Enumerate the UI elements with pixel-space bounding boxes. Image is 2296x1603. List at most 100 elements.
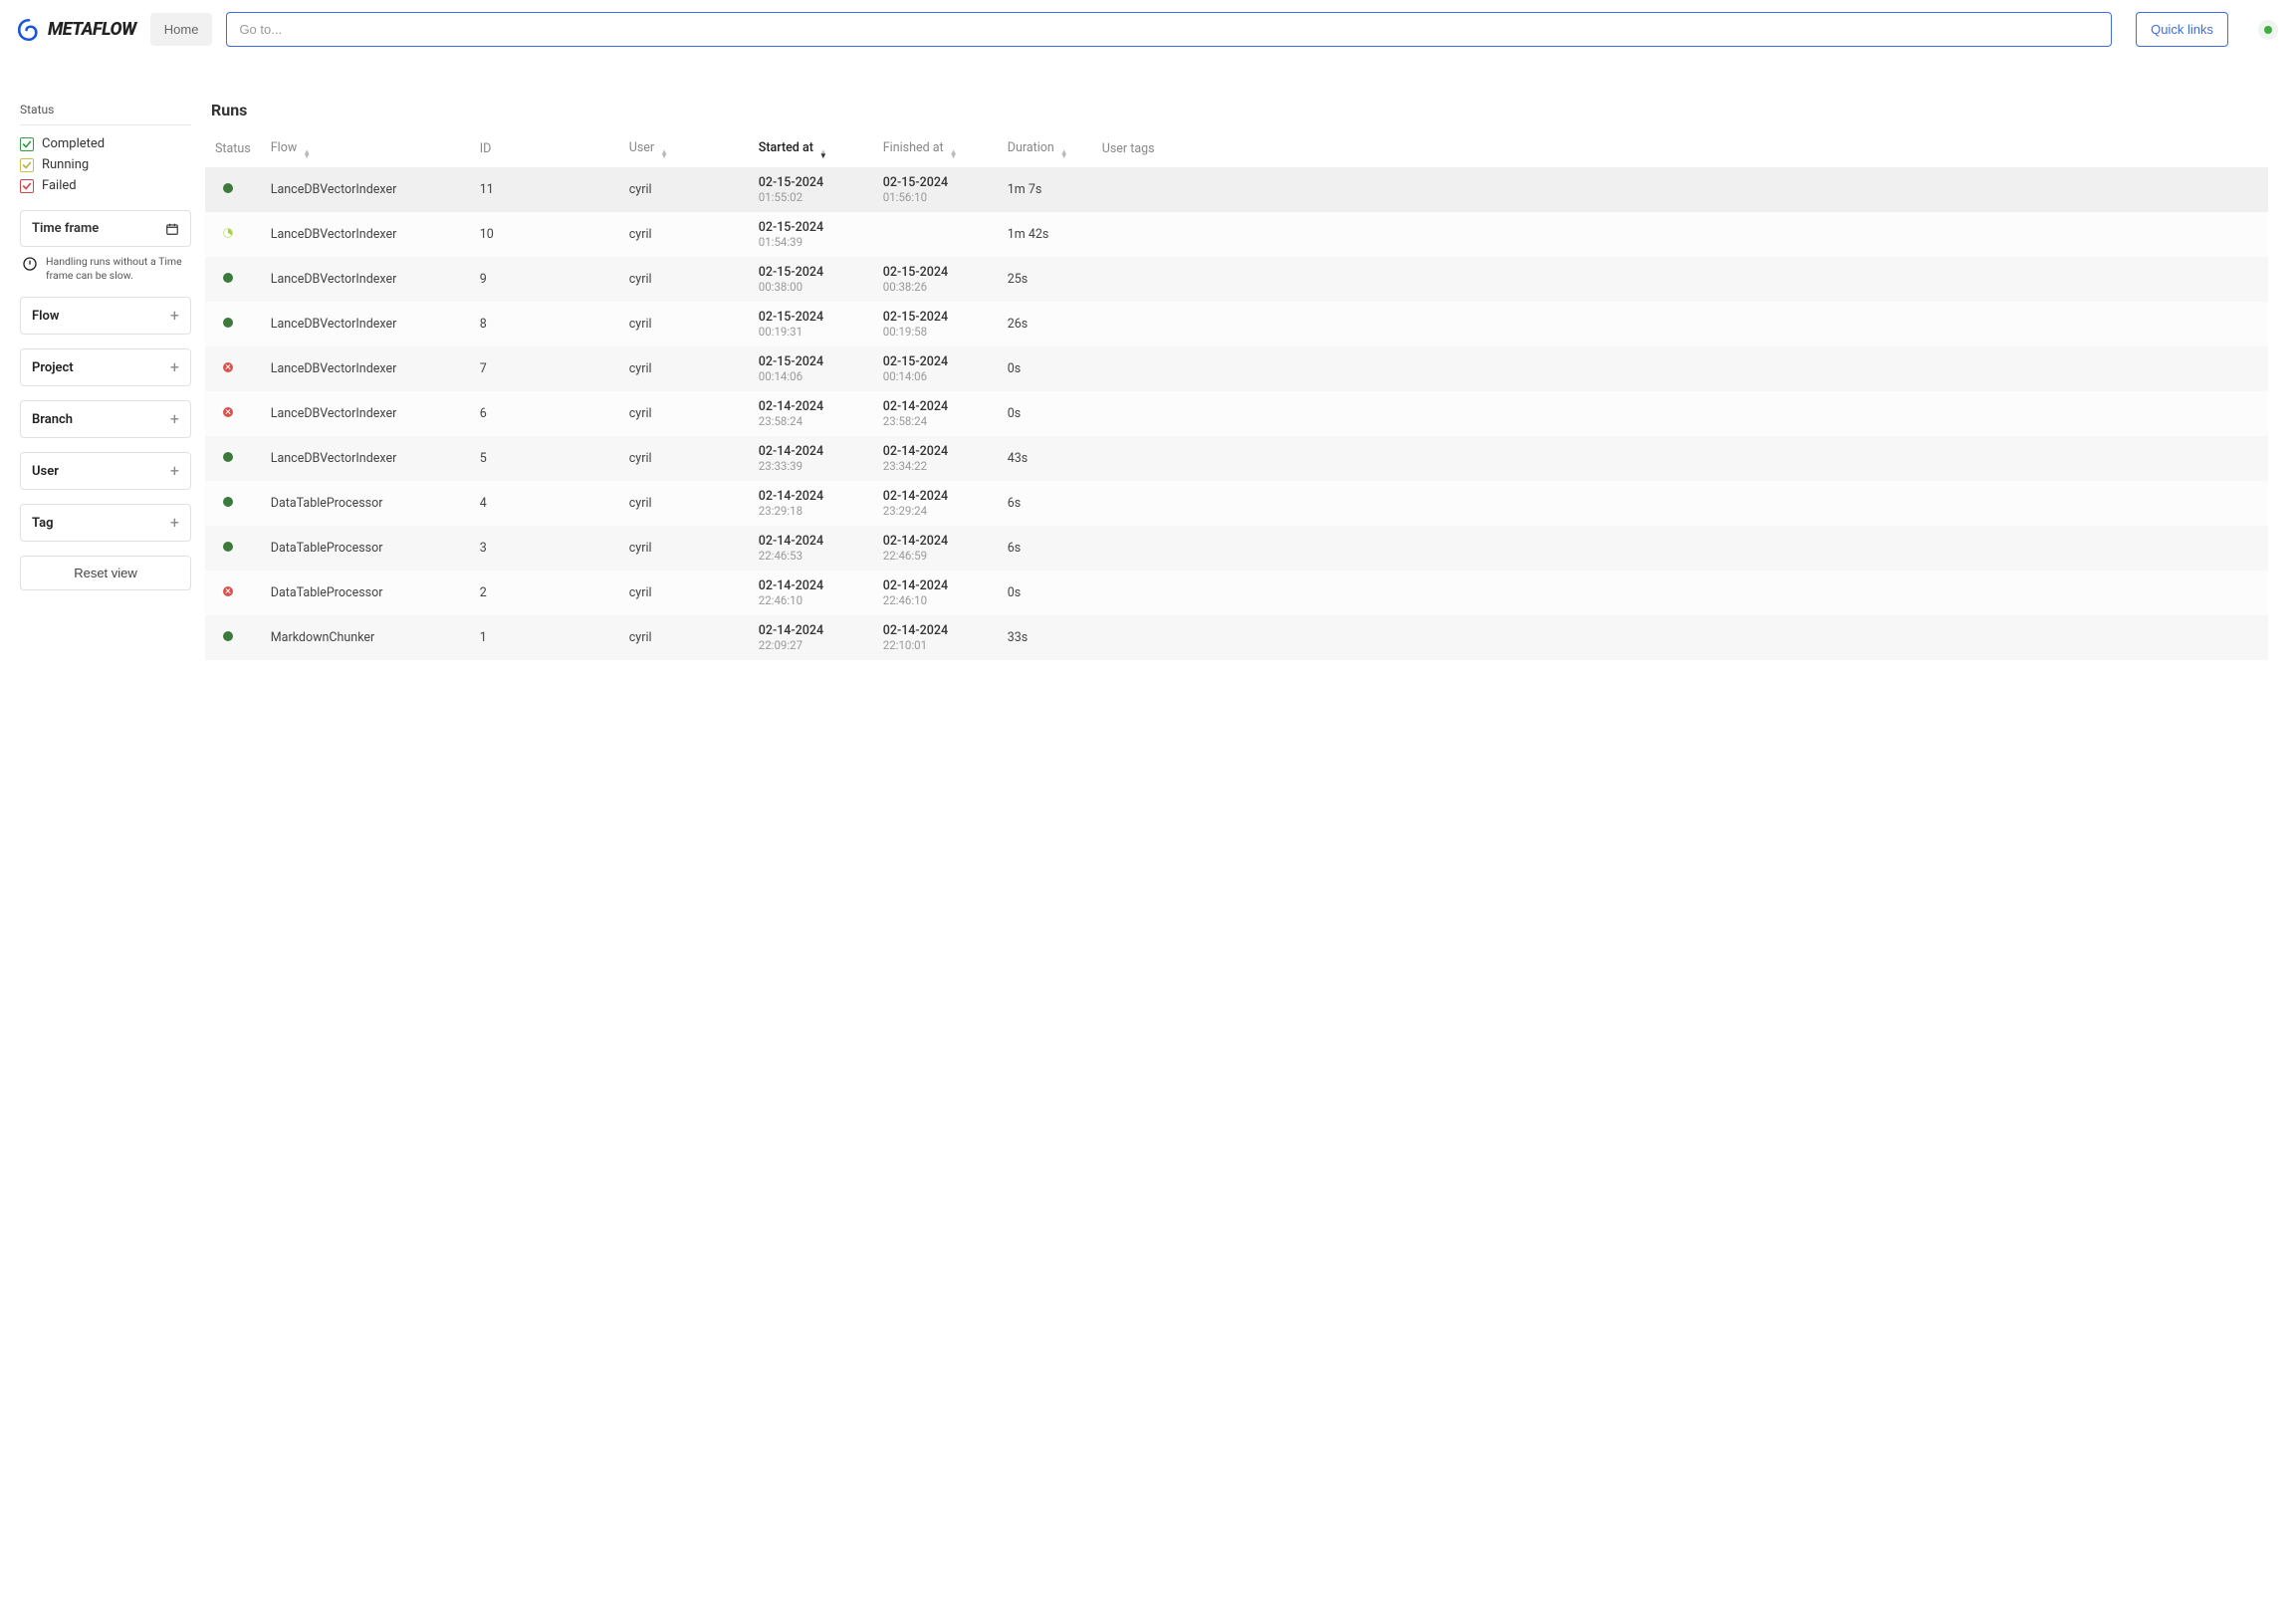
status-running-icon <box>223 228 233 238</box>
cell-started: 02-14-202422:09:27 <box>749 615 873 660</box>
cell-finished: 02-14-202423:34:22 <box>873 436 998 481</box>
search-input[interactable] <box>226 12 2112 47</box>
cell-user-tags <box>1092 257 2268 302</box>
sort-icon: ▲▼ <box>303 150 311 157</box>
table-row[interactable]: DataTableProcessor4cyril02-14-202423:29:… <box>205 481 2268 526</box>
column-header-flow[interactable]: Flow▲▼ <box>261 133 470 167</box>
cell-duration: 0s <box>998 346 1092 391</box>
cell-flow: DataTableProcessor <box>261 481 470 526</box>
cell-user: cyril <box>619 436 749 481</box>
table-row[interactable]: LanceDBVectorIndexer8cyril02-15-202400:1… <box>205 302 2268 346</box>
cell-started: 02-14-202423:33:39 <box>749 436 873 481</box>
cell-id: 2 <box>470 571 619 615</box>
brand-logo: METAFLOW <box>16 17 136 43</box>
cell-status <box>205 212 261 257</box>
timeframe-warning-text: Handling runs without a Time frame can b… <box>46 255 189 283</box>
status-done-icon <box>223 183 233 193</box>
table-row[interactable]: DataTableProcessor2cyril 02-14-202422:46:… <box>205 571 2268 615</box>
status-failed-icon <box>223 407 233 417</box>
column-header-user-tags[interactable]: User tags <box>1092 133 2268 167</box>
cell-status <box>205 481 261 526</box>
timeframe-filter[interactable]: Time frame <box>20 210 191 247</box>
status-filter-failed[interactable]: Failed <box>20 175 191 196</box>
cell-finished: 02-14-202422:46:10 <box>873 571 998 615</box>
plus-icon: + <box>170 463 179 479</box>
filter-label: Branch <box>32 412 73 427</box>
cell-user-tags <box>1092 526 2268 571</box>
cell-started: 02-14-202423:58:24 <box>749 391 873 436</box>
cell-status <box>205 167 261 212</box>
table-row[interactable]: LanceDBVectorIndexer10cyril02-15-202401:… <box>205 212 2268 257</box>
cell-finished: 02-14-202422:10:01 <box>873 615 998 660</box>
column-header-id[interactable]: ID <box>470 133 619 167</box>
column-header-user[interactable]: User▲▼ <box>619 133 749 167</box>
cell-finished: 02-14-202422:46:59 <box>873 526 998 571</box>
cell-duration: 25s <box>998 257 1092 302</box>
cell-flow: LanceDBVectorIndexer <box>261 257 470 302</box>
cell-flow: MarkdownChunker <box>261 615 470 660</box>
plus-icon: + <box>170 308 179 324</box>
page-title: Runs <box>205 59 2268 133</box>
cell-user-tags <box>1092 167 2268 212</box>
cell-user-tags <box>1092 391 2268 436</box>
quick-links-button[interactable]: Quick links <box>2136 12 2228 47</box>
cell-finished <box>873 212 998 257</box>
cell-user-tags <box>1092 212 2268 257</box>
status-done-icon <box>223 542 233 552</box>
table-row[interactable]: LanceDBVectorIndexer11cyril02-15-202401:… <box>205 167 2268 212</box>
cell-status <box>205 302 261 346</box>
table-header-row: Status Flow▲▼ ID User▲▼ Started at▲▼ Fin… <box>205 133 2268 167</box>
table-row[interactable]: LanceDBVectorIndexer6cyril02-14-202423:5… <box>205 391 2268 436</box>
status-filter-completed[interactable]: Completed <box>20 133 191 154</box>
plus-icon: + <box>170 411 179 427</box>
filter-tag[interactable]: Tag+ <box>20 504 191 542</box>
status-filter-running[interactable]: Running <box>20 154 191 175</box>
status-done-icon <box>223 318 233 328</box>
table-row[interactable]: LanceDBVectorIndexer7cyril02-15-202400:1… <box>205 346 2268 391</box>
cell-user: cyril <box>619 212 749 257</box>
status-failed-icon <box>223 586 233 596</box>
column-header-started-at[interactable]: Started at▲▼ <box>749 133 873 167</box>
cell-duration: 43s <box>998 436 1092 481</box>
calendar-icon <box>165 222 179 236</box>
cell-status <box>205 571 261 615</box>
cell-user-tags <box>1092 346 2268 391</box>
cell-user: cyril <box>619 167 749 212</box>
table-row[interactable]: LanceDBVectorIndexer5cyril02-14-202423:3… <box>205 436 2268 481</box>
runs-table: Status Flow▲▼ ID User▲▼ Started at▲▼ Fin… <box>205 133 2268 660</box>
cell-user: cyril <box>619 571 749 615</box>
checkbox-checked-icon <box>20 137 34 151</box>
header-bar: METAFLOW Home Quick links <box>0 0 2296 59</box>
cell-user: cyril <box>619 346 749 391</box>
column-header-duration[interactable]: Duration▲▼ <box>998 133 1092 167</box>
filter-branch[interactable]: Branch + <box>20 400 191 438</box>
filter-user[interactable]: User + <box>20 452 191 490</box>
checkbox-checked-icon <box>20 158 34 172</box>
cell-duration: 0s <box>998 391 1092 436</box>
brand-text: METAFLOW <box>48 19 136 40</box>
status-dot-icon <box>2264 26 2272 34</box>
cell-user: cyril <box>619 526 749 571</box>
filter-label: User <box>32 464 59 479</box>
cell-flow: DataTableProcessor <box>261 571 470 615</box>
home-button[interactable]: Home <box>150 13 213 46</box>
filter-project[interactable]: Project+ <box>20 348 191 386</box>
plus-icon: + <box>170 515 179 531</box>
reset-view-button[interactable]: Reset view <box>20 556 191 590</box>
cell-duration: 33s <box>998 615 1092 660</box>
cell-id: 5 <box>470 436 619 481</box>
filter-flow[interactable]: Flow+ <box>20 297 191 335</box>
column-header-finished-at[interactable]: Finished at▲▼ <box>873 133 998 167</box>
cell-status <box>205 436 261 481</box>
cell-id: 3 <box>470 526 619 571</box>
cell-duration: 26s <box>998 302 1092 346</box>
cell-status <box>205 615 261 660</box>
table-row[interactable]: MarkdownChunker1cyril02-14-202422:09:270… <box>205 615 2268 660</box>
cell-started: 02-14-202422:46:53 <box>749 526 873 571</box>
cell-started: 02-14-202423:29:18 <box>749 481 873 526</box>
table-row[interactable]: LanceDBVectorIndexer9cyril02-15-202400:3… <box>205 257 2268 302</box>
table-row[interactable]: DataTableProcessor3cyril02-14-202422:46:… <box>205 526 2268 571</box>
cell-id: 10 <box>470 212 619 257</box>
column-header-status[interactable]: Status <box>205 133 261 167</box>
cell-user: cyril <box>619 481 749 526</box>
